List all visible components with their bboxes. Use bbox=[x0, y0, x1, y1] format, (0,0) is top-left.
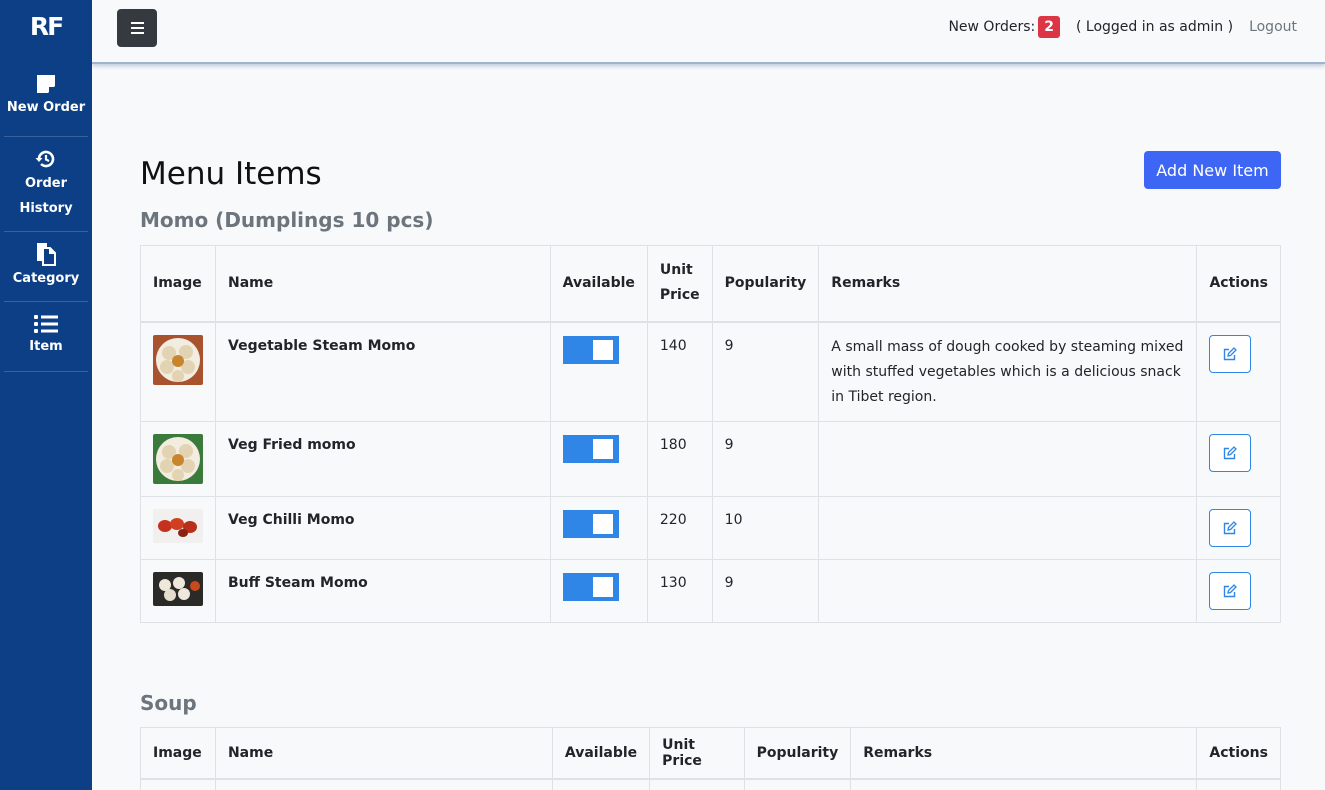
edit-icon bbox=[1224, 446, 1238, 460]
item-popularity: 9 bbox=[711, 421, 820, 497]
item-thumbnail bbox=[153, 572, 203, 606]
availability-toggle[interactable] bbox=[562, 335, 619, 364]
new-orders-badge[interactable]: 2 bbox=[1038, 16, 1060, 38]
edit-button[interactable] bbox=[1209, 572, 1252, 610]
item-popularity: 9 bbox=[711, 559, 820, 623]
availability-toggle[interactable] bbox=[562, 435, 619, 463]
availability-toggle[interactable] bbox=[562, 510, 619, 538]
sidebar-item-label: Category bbox=[12, 271, 80, 286]
new-orders-label: New Orders: bbox=[948, 19, 1036, 35]
item-name: Veg Chilli Momo bbox=[215, 496, 551, 560]
item-thumbnail bbox=[153, 334, 203, 385]
item-name: Vegetable Steam Momo bbox=[215, 321, 551, 422]
item-remarks bbox=[818, 496, 1198, 560]
edit-button[interactable] bbox=[1209, 509, 1252, 547]
edit-button[interactable] bbox=[1209, 434, 1252, 472]
item-thumbnail bbox=[153, 509, 203, 543]
item-thumbnail bbox=[153, 434, 203, 484]
sidebar-item-label: New Order bbox=[6, 99, 86, 115]
table-row: Veg Fried momo 180 9 bbox=[140, 421, 1281, 497]
item-name: Buff Steam Momo bbox=[215, 559, 551, 623]
item-popularity: 9 bbox=[711, 321, 820, 422]
sidebar-item-new-order[interactable]: New Order bbox=[4, 52, 88, 137]
section-title: Momo (Dumplings 10 pcs) bbox=[140, 208, 434, 232]
item-remarks: A small mass of dough cooked by steaming… bbox=[818, 321, 1198, 422]
page-title: Menu Items bbox=[140, 156, 322, 192]
menu-items-table: Image Name Available Unit Price Populari… bbox=[140, 245, 1281, 623]
logged-in-text: ( Logged in as admin ) bbox=[1075, 19, 1234, 35]
column-header: Available bbox=[549, 245, 648, 323]
column-header: Popularity bbox=[711, 245, 820, 323]
edit-icon bbox=[1224, 584, 1238, 598]
column-header: Name bbox=[215, 245, 551, 323]
table-row: Vegetable Steam Momo 140 9 A small mass … bbox=[140, 321, 1281, 422]
table-header-row: Image Name Available Unit Price Populari… bbox=[140, 245, 1281, 323]
column-header: Actions bbox=[1196, 727, 1281, 780]
user-status: New Orders: 2 ( Logged in as admin ) Log… bbox=[948, 16, 1297, 38]
item-name: Veg Fried momo bbox=[215, 421, 551, 497]
column-header: Image bbox=[140, 727, 216, 780]
column-header: Remarks bbox=[818, 245, 1198, 323]
table-header-row: Image Name Available Unit Price Populari… bbox=[140, 727, 1281, 780]
sidebar: RF New Order Order History Category Item bbox=[0, 0, 92, 790]
section-title: Soup bbox=[140, 691, 197, 715]
item-popularity: 10 bbox=[711, 496, 820, 560]
column-header: Available bbox=[551, 727, 651, 780]
menu-toggle-button[interactable] bbox=[117, 9, 157, 47]
column-header: Actions bbox=[1196, 245, 1281, 323]
edit-icon bbox=[1224, 521, 1238, 535]
column-header: Image bbox=[140, 245, 216, 323]
app-logo[interactable]: RF bbox=[0, 0, 92, 52]
sidebar-item-order-history[interactable]: Order History bbox=[4, 137, 88, 232]
column-header: Popularity bbox=[743, 727, 852, 780]
availability-toggle[interactable] bbox=[562, 573, 619, 601]
copy-icon bbox=[37, 243, 56, 266]
top-navbar: New Orders: 2 ( Logged in as admin ) Log… bbox=[92, 0, 1325, 64]
table-row: Buff Steam Momo 130 9 bbox=[140, 559, 1281, 623]
edit-button[interactable] bbox=[1209, 334, 1252, 373]
sticky-note-icon bbox=[37, 74, 55, 93]
history-icon bbox=[35, 150, 55, 168]
column-header: Unit Price bbox=[646, 245, 713, 323]
column-header: Remarks bbox=[850, 727, 1198, 780]
sidebar-item-item[interactable]: Item bbox=[4, 302, 88, 372]
item-remarks bbox=[818, 559, 1198, 623]
hamburger-icon bbox=[130, 21, 144, 36]
soup-items-table: Image Name Available Unit Price Populari… bbox=[140, 727, 1281, 790]
edit-icon bbox=[1224, 346, 1238, 360]
sidebar-item-label: Order History bbox=[19, 176, 73, 216]
item-remarks bbox=[818, 421, 1198, 497]
sidebar-item-label: Item bbox=[29, 339, 63, 354]
table-row: Veg Chilli Momo 220 10 bbox=[140, 496, 1281, 560]
item-price: 220 bbox=[646, 496, 713, 560]
add-new-item-button[interactable]: Add New Item bbox=[1144, 151, 1281, 189]
list-icon bbox=[34, 315, 58, 333]
column-header: Unit Price bbox=[649, 727, 745, 780]
sidebar-item-category[interactable]: Category bbox=[4, 232, 88, 302]
column-header: Name bbox=[214, 727, 553, 780]
item-price: 180 bbox=[646, 421, 713, 497]
item-price: 130 bbox=[646, 559, 713, 623]
table-row bbox=[140, 778, 1281, 790]
logout-link[interactable]: Logout bbox=[1249, 19, 1297, 35]
item-price: 140 bbox=[646, 321, 713, 422]
